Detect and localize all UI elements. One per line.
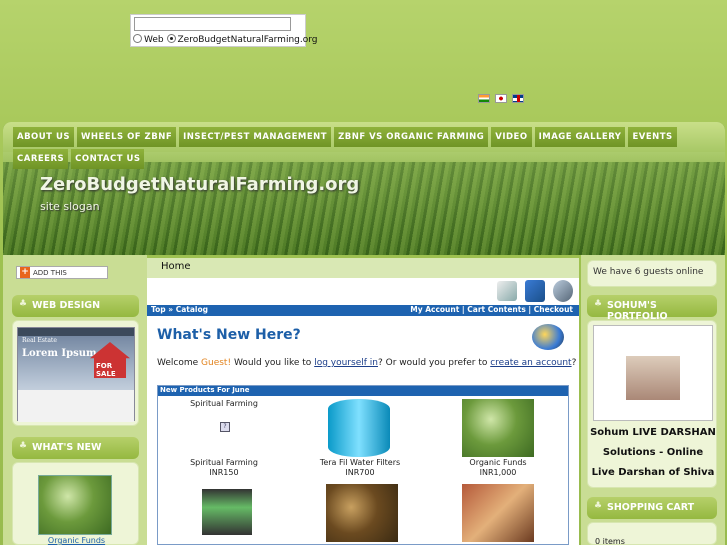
product-name[interactable]: Tera Fil Water Filters [300,458,420,467]
product-price: INR1,000 [479,468,517,477]
shopping-cart-title: SHOPPING CART [587,497,717,519]
portfolio-panel: Sohum LIVE DARSHAN Solutions - Online Li… [587,320,717,488]
welcome-mid: Would you like to [231,358,315,368]
portfolio-text[interactable]: Sohum LIVE DARSHAN Solutions - Online Li… [590,423,716,483]
product-price: INR150 [209,468,239,477]
ad-headline: Lorem Ipsum [22,348,97,359]
addthis-button[interactable]: ADD THIS [16,266,108,279]
organic-funds-link[interactable]: Organic Funds [13,536,140,545]
search-box: Web ZeroBudgetNaturalFarming.org [130,14,318,47]
web-design-title: WEB DESIGN [12,295,139,317]
guests-online: We have 6 guests online [587,260,717,287]
menu-video[interactable]: VIDEO [491,127,532,147]
search-input[interactable] [134,17,291,31]
lantern-image[interactable] [202,489,252,535]
portfolio-screenshot[interactable] [593,325,713,421]
missing-image-icon[interactable]: ? [220,422,230,432]
breadcrumb[interactable]: Home [147,258,579,278]
whats-new-panel: Organic Funds [12,462,139,545]
menu-wheels-of-zbnf[interactable]: WHEELS OF ZBNF [76,127,177,147]
welcome-text: Welcome Guest! Would you like to log you… [157,358,576,368]
account-icon[interactable] [497,281,517,301]
new-products-box: New Products For June Spiritual Farming … [157,385,569,545]
stove-image[interactable] [462,484,534,542]
web-design-panel: Real Estate Lorem Ipsum FOR SALE [12,320,139,426]
main-content: Home Top » Catalog My Account | Cart Con… [147,258,579,545]
product-name[interactable]: Spiritual Farming [164,458,284,467]
menu-events[interactable]: EVENTS [628,127,677,147]
welcome-icon [532,324,564,350]
menu-contact-us[interactable]: CONTACT US [71,149,145,169]
create-account-link[interactable]: create an account [490,358,571,368]
uk-flag-icon[interactable] [512,94,524,103]
menu-zbnf-vs-organic[interactable]: ZBNF VS ORGANIC FARMING [334,127,489,147]
search-options: Web ZeroBudgetNaturalFarming.org [133,34,318,45]
login-link[interactable]: log yourself in [314,358,378,368]
radio-site[interactable] [166,34,176,43]
whats-new-title: WHAT'S NEW [12,437,139,459]
menu-about-us[interactable]: ABOUT US [13,127,74,147]
real-estate-ad-image[interactable]: Real Estate Lorem Ipsum FOR SALE [17,327,135,422]
cart-items: 0 items [595,537,625,545]
radio-web-label: Web [144,35,164,45]
bowls-image[interactable] [326,484,398,542]
radio-web[interactable] [133,34,142,43]
shopping-cart-panel: 0 items [587,522,717,545]
guest-label: Guest! [201,358,232,368]
menu-insect-pest[interactable]: INSECT/PEST MANAGEMENT [179,127,332,147]
for-sale-badge: FOR SALE [96,362,116,378]
navigation-bar: Top » Catalog My Account | Cart Contents… [147,305,579,316]
language-flags [478,94,524,103]
portfolio-title: SOHUM'S PORTFOLIO [587,295,717,322]
welcome-or: ? Or would you prefer to [377,358,491,368]
site-name[interactable]: ZeroBudgetNaturalFarming.org [40,174,359,195]
organic-funds-image[interactable] [462,399,534,457]
radio-site-label: ZeroBudgetNaturalFarming.org [177,35,318,45]
main-menu: ABOUT US WHEELS OF ZBNF INSECT/PEST MANA… [13,127,713,169]
product-price: INR700 [345,468,375,477]
organic-funds-thumb[interactable] [38,475,112,535]
welcome-prefix: Welcome [157,358,202,368]
page-title: What's New Here? [157,327,301,343]
catalog-breadcrumb[interactable]: Top » Catalog [151,305,208,314]
ad-brand: Real Estate [22,337,57,344]
product-top-label: Spiritual Farming [190,399,258,408]
cart-icon[interactable] [525,280,545,302]
water-filter-image[interactable] [328,399,390,457]
account-links[interactable]: My Account | Cart Contents | Checkout [410,305,573,314]
product-name[interactable]: Organic Funds [438,458,558,467]
menu-image-gallery[interactable]: IMAGE GALLERY [534,127,626,147]
new-products-heading: New Products For June [158,386,568,396]
menu-careers[interactable]: CAREERS [13,149,69,169]
india-flag-icon[interactable] [478,94,490,103]
welcome-end: ? [571,358,577,368]
checkout-icon[interactable] [553,280,573,302]
site-slogan: site slogan [40,200,100,213]
japan-flag-icon[interactable] [495,94,507,103]
